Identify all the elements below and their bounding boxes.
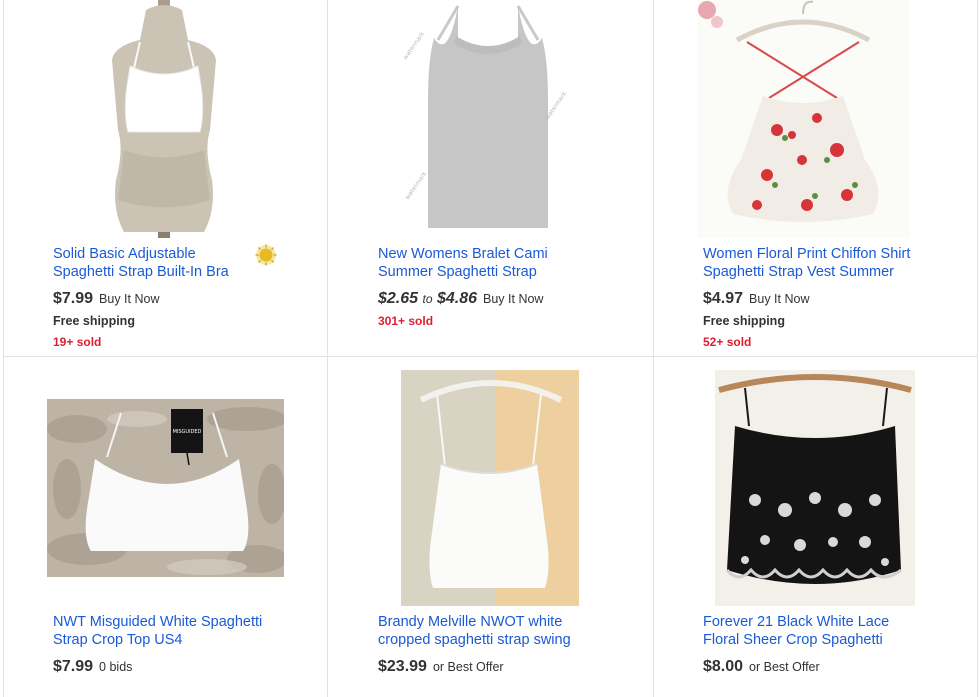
price: $4.97	[703, 290, 744, 307]
search-results-grid: Solid Basic Adjustable Spaghetti Strap B…	[0, 0, 980, 697]
listing-price-row: $8.00 or Best Offer	[703, 658, 820, 676]
title-line-2: Summer Spaghetti Strap	[378, 264, 537, 280]
listing-image[interactable]: watermark watermark watermark	[398, 0, 578, 238]
title-line-2: Floral Sheer Crop Spaghetti	[703, 632, 883, 648]
listing-card[interactable]: Solid Basic Adjustable Spaghetti Strap B…	[4, 0, 327, 356]
title-line-2: Spaghetti Strap Vest Summer	[703, 264, 895, 280]
listing-price-row: $7.99 Buy It Now	[53, 290, 159, 308]
buying-format: Buy It Now	[99, 292, 160, 306]
buying-format: Buy It Now	[749, 292, 810, 306]
title-line-1: Forever 21 Black White Lace	[703, 614, 890, 630]
black-lace-crop-on-hanger-icon	[715, 370, 915, 606]
listing-price-row: $23.99 or Best Offer	[378, 658, 504, 676]
sold-count: 301+ sold	[378, 314, 434, 328]
title-line-1: Solid Basic Adjustable	[53, 246, 196, 262]
listing-image[interactable]	[715, 370, 915, 606]
price: $8.00	[703, 658, 744, 675]
buying-format: or Best Offer	[432, 660, 504, 674]
white-swing-cami-on-hanger-icon	[401, 370, 579, 606]
price-low: $2.65	[378, 290, 419, 307]
white-crop-top-on-fur-icon: MISGUIDED	[47, 399, 284, 577]
grey-halter-crop-top-icon: watermark watermark watermark	[398, 0, 578, 238]
price: $23.99	[378, 658, 427, 675]
title-line-2: Spaghetti Strap Built-In Bra	[53, 264, 229, 280]
buying-format: Buy It Now	[483, 292, 544, 306]
price-high: $4.86	[436, 290, 478, 307]
title-line-2: Strap Crop Top US4	[53, 632, 183, 648]
title-line-1: NWT Misguided White Spaghetti	[53, 614, 263, 630]
listing-price-row: $7.99 0 bids	[53, 658, 132, 676]
listing-card[interactable]: Forever 21 Black White Lace Floral Sheer…	[654, 357, 977, 697]
floral-chiffon-cami-icon	[697, 0, 909, 238]
title-line-1: Brandy Melville NWOT white	[378, 614, 563, 630]
listing-card[interactable]: Brandy Melville NWOT white cropped spagh…	[328, 357, 653, 697]
price-range-separator: to	[422, 292, 433, 306]
price: $7.99	[53, 290, 94, 307]
svg-text:MISGUIDED: MISGUIDED	[173, 429, 202, 435]
title-line-2: cropped spaghetti strap swing	[378, 632, 571, 648]
listing-image[interactable]	[84, 0, 244, 238]
sold-count: 19+ sold	[53, 335, 102, 349]
top-rated-seller-icon	[255, 244, 277, 266]
listing-image[interactable]	[697, 0, 909, 238]
listing-image[interactable]: MISGUIDED	[47, 399, 284, 577]
price: $7.99	[53, 658, 94, 675]
listing-price-row: $2.65 to $4.86 Buy It Now	[378, 290, 543, 308]
listing-card[interactable]: MISGUIDED NWT Misguided White Spaghetti …	[4, 357, 327, 697]
listing-title[interactable]: Solid Basic Adjustable Spaghetti Strap B…	[53, 245, 243, 281]
buying-format: 0 bids	[99, 660, 133, 674]
column-divider	[977, 0, 978, 697]
listing-title[interactable]: Women Floral Print Chiffon Shirt Spaghet…	[703, 245, 953, 281]
shipping-label: Free shipping	[53, 314, 135, 328]
listing-title[interactable]: NWT Misguided White Spaghetti Strap Crop…	[53, 613, 303, 649]
listing-card[interactable]: Women Floral Print Chiffon Shirt Spaghet…	[654, 0, 977, 356]
title-line-1: Women Floral Print Chiffon Shirt	[703, 246, 911, 262]
shipping-label: Free shipping	[703, 314, 785, 328]
listing-title[interactable]: Brandy Melville NWOT white cropped spagh…	[378, 613, 628, 649]
listing-card[interactable]: watermark watermark watermark New Womens…	[328, 0, 653, 356]
listing-title[interactable]: New Womens Bralet Cami Summer Spaghetti …	[378, 245, 618, 281]
white-cami-on-mannequin-icon	[84, 0, 244, 238]
listing-price-row: $4.97 Buy It Now	[703, 290, 809, 308]
buying-format: or Best Offer	[749, 660, 820, 674]
title-line-1: New Womens Bralet Cami	[378, 246, 548, 262]
sold-count: 52+ sold	[703, 335, 752, 349]
listing-title[interactable]: Forever 21 Black White Lace Floral Sheer…	[703, 613, 953, 649]
listing-image[interactable]	[401, 370, 579, 606]
